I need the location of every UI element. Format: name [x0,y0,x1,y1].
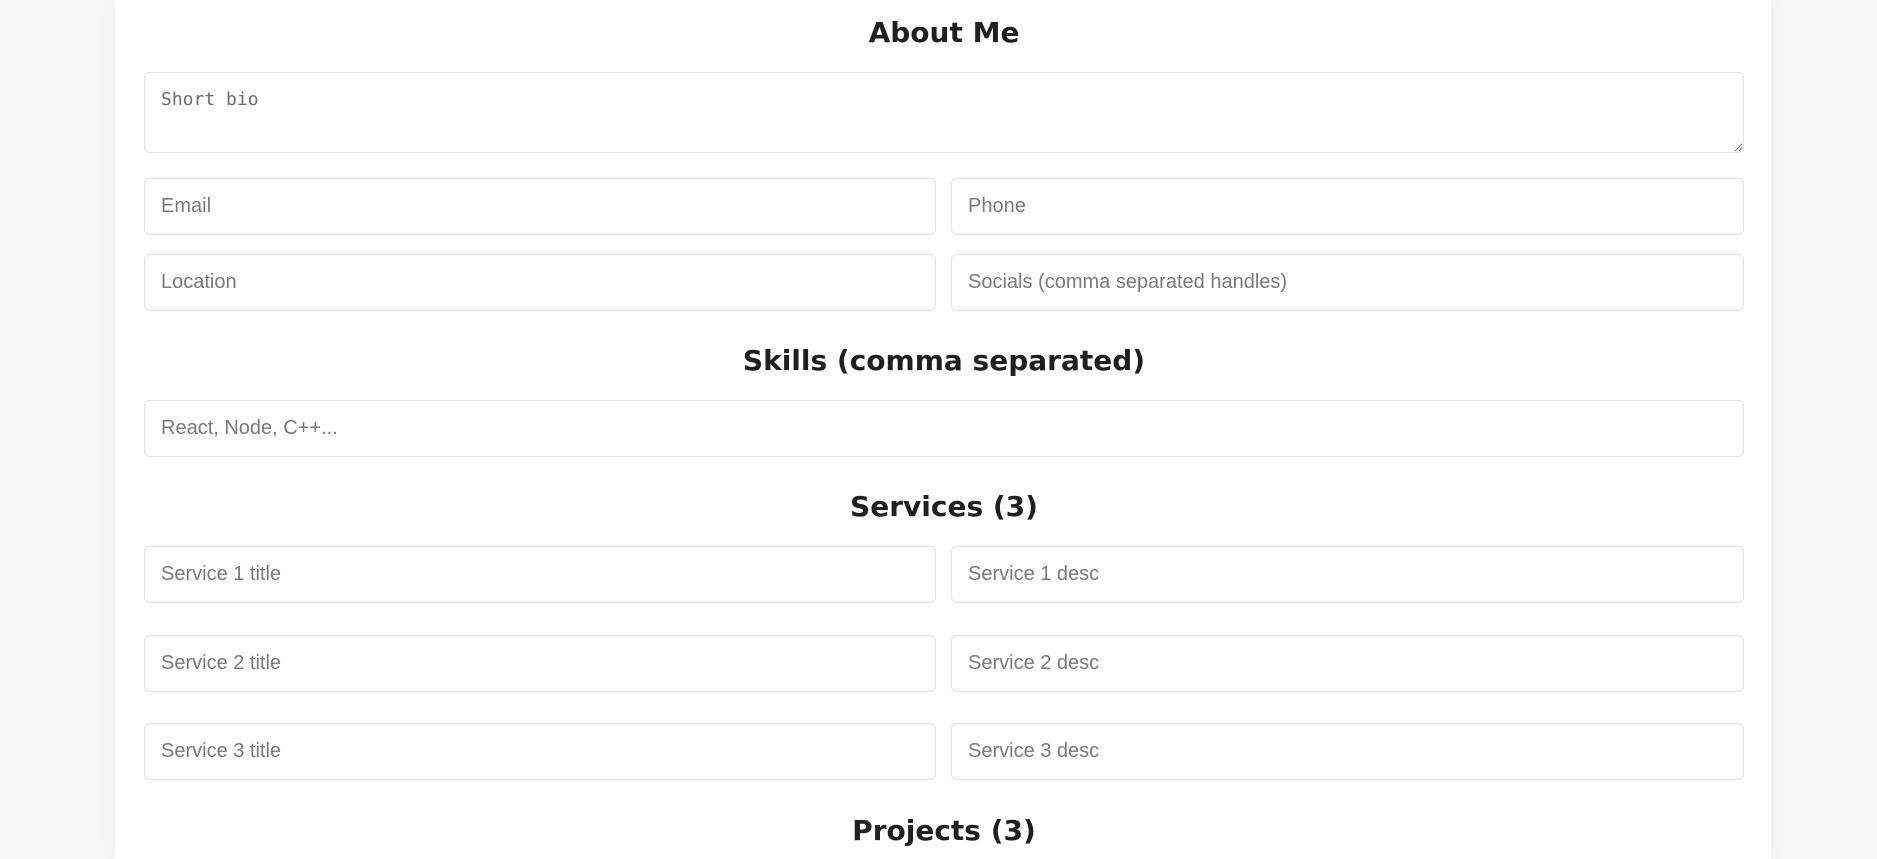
email-field[interactable] [144,178,936,235]
form-card: About Me Skills (comma separated) Servic… [115,0,1771,859]
service-1-desc-field[interactable] [951,546,1744,603]
skills-input[interactable] [144,400,1744,457]
service-1-title-field[interactable] [144,546,936,603]
service-3-title-field[interactable] [144,723,936,780]
phone-field[interactable] [951,178,1744,235]
projects-heading: Projects (3) [852,814,1036,847]
service-3-desc-field[interactable] [951,723,1744,780]
about-heading: About Me [868,16,1020,49]
services-heading: Services (3) [850,490,1038,523]
location-field[interactable] [144,254,936,311]
skills-heading: Skills (comma separated) [742,344,1146,377]
service-2-desc-field[interactable] [951,635,1744,692]
service-2-title-field[interactable] [144,635,936,692]
bio-textarea[interactable] [144,72,1744,153]
socials-field[interactable] [951,254,1744,311]
